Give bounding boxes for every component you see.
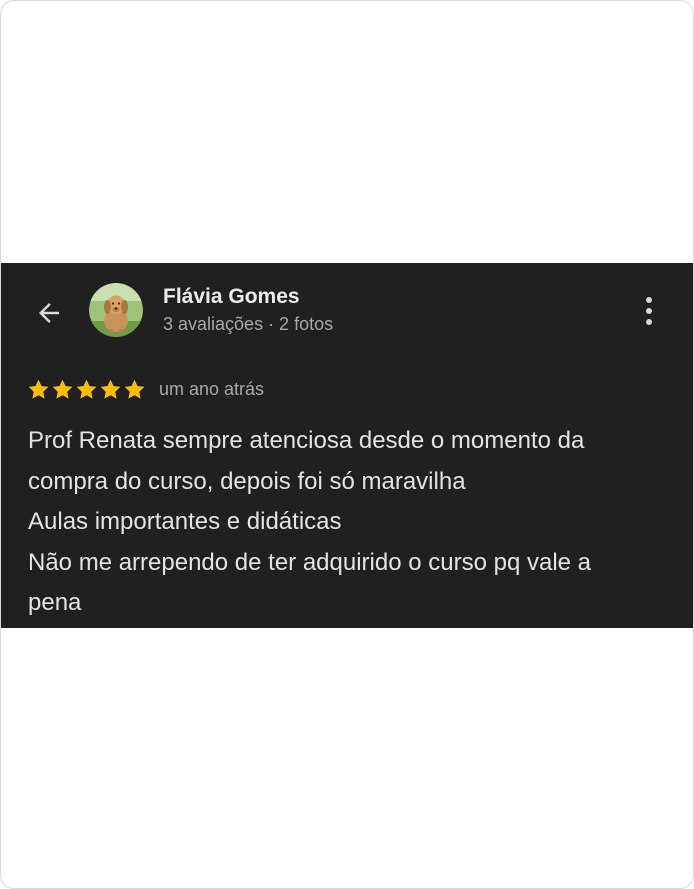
star-icon <box>52 379 73 399</box>
review-line: Não me arrependo de ter adquirido o curs… <box>28 548 592 576</box>
avatar[interactable] <box>89 283 143 337</box>
review-line: Prof Renata sempre atenciosa desde o mom… <box>28 427 585 454</box>
rating-row: um ano atrás <box>27 377 264 401</box>
star-icon <box>124 379 145 399</box>
star-icon <box>28 379 49 399</box>
reviewer-name[interactable]: Flávia Gomes <box>163 285 300 309</box>
star-rating <box>27 378 146 401</box>
more-vertical-icon <box>646 297 652 325</box>
star-icon <box>100 379 121 399</box>
star-icon <box>76 379 97 399</box>
review-line: compra do curso, depois foi só maravilha <box>28 467 466 495</box>
more-options-button[interactable] <box>635 293 663 329</box>
reviewer-stats: 3 avaliações · 2 fotos <box>163 314 334 334</box>
review-line: pena <box>28 589 82 616</box>
review-time: um ano atrás <box>159 378 265 399</box>
dog-avatar-icon <box>89 283 143 337</box>
review-line: Aulas importantes e didáticas <box>28 508 342 535</box>
review-card: Flávia Gomes 3 avaliações · 2 fotos um a… <box>1 263 693 628</box>
arrow-left-icon <box>39 303 59 323</box>
screenshot-frame: Flávia Gomes 3 avaliações · 2 fotos um a… <box>0 0 694 889</box>
review-text: Prof Renata sempre atenciosa desde o mom… <box>28 421 678 624</box>
back-button[interactable] <box>31 295 67 331</box>
